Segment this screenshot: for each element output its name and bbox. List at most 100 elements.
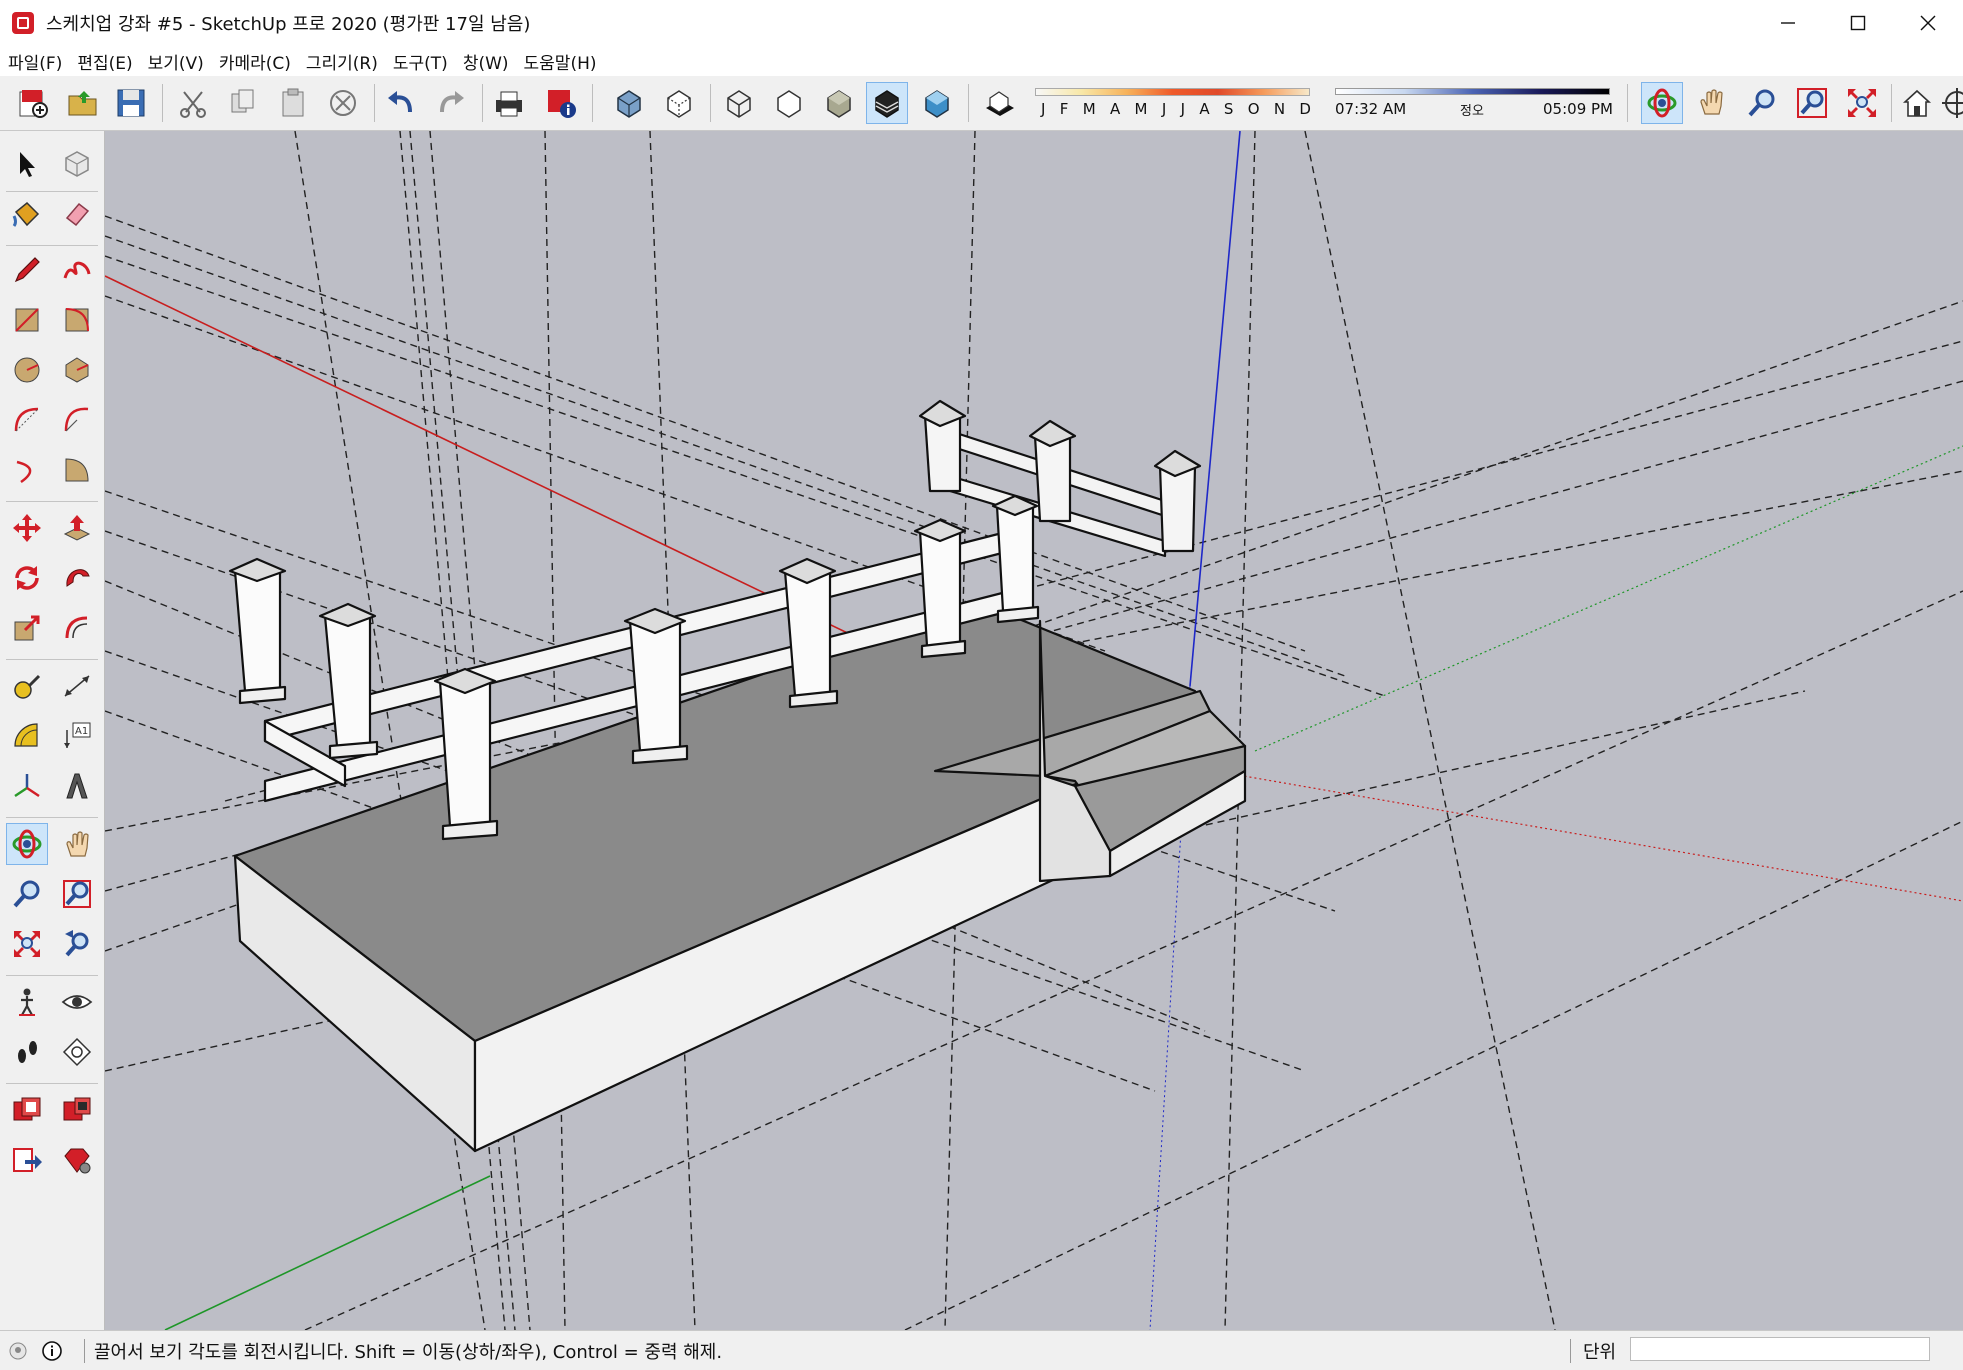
shadow-time-slider[interactable]: 07:32 AM 정오 05:09 PM: [1335, 80, 1615, 126]
zoom-tool[interactable]: [6, 873, 48, 915]
three-point-arc-tool[interactable]: [6, 449, 48, 491]
make-component-tool[interactable]: [56, 143, 98, 185]
menu-edit[interactable]: 편집(E): [69, 49, 139, 74]
save-button[interactable]: [110, 82, 152, 124]
zoom-window-tool[interactable]: [56, 873, 98, 915]
walk-tool[interactable]: [6, 1031, 48, 1073]
geo-location-icon[interactable]: [6, 1339, 30, 1363]
zoom-window-icon: [63, 880, 91, 908]
hidden-line-button[interactable]: [768, 82, 810, 124]
follow-me-tool[interactable]: [56, 557, 98, 599]
zoom-extents-tool[interactable]: [6, 923, 48, 965]
cut-button[interactable]: [172, 82, 214, 124]
paint-bucket-tool[interactable]: [6, 193, 48, 235]
shaded-textures-button[interactable]: [866, 82, 908, 124]
monochrome-button[interactable]: [916, 82, 958, 124]
monochrome-cube-icon: [925, 90, 949, 118]
offset-tool[interactable]: [56, 607, 98, 649]
model-viewport[interactable]: [105, 131, 1963, 1330]
rectangle-tool[interactable]: [6, 299, 48, 341]
zoom-button[interactable]: [1741, 82, 1783, 124]
send-to-layout-tool[interactable]: [6, 1139, 48, 1181]
extension-warehouse-tool[interactable]: [56, 1089, 98, 1131]
menu-file[interactable]: 파일(F): [0, 49, 69, 74]
save-icon: [117, 89, 145, 117]
3d-text-tool[interactable]: [56, 765, 98, 807]
info-circle-icon: [42, 1340, 62, 1361]
shaded-button[interactable]: [818, 82, 860, 124]
3d-warehouse-tool[interactable]: [6, 1089, 48, 1131]
undo-button[interactable]: [380, 82, 422, 124]
zoom-extents-icon: [14, 931, 40, 957]
month-label: M: [1134, 100, 1148, 118]
menu-help[interactable]: 도움말(H): [516, 49, 604, 74]
menu-draw[interactable]: 그리기(R): [298, 49, 385, 74]
shadow-month-slider[interactable]: J F M A M J J A S O N D: [1035, 80, 1315, 126]
pan-tool[interactable]: [56, 823, 98, 865]
position-camera-tool[interactable]: [6, 981, 48, 1023]
follow-me-icon: [66, 569, 90, 587]
redo-button[interactable]: [430, 82, 472, 124]
house-icon: [1902, 89, 1932, 117]
line-tool[interactable]: [6, 249, 48, 291]
arc-tool[interactable]: [6, 399, 48, 441]
polygon-tool[interactable]: [56, 349, 98, 391]
sketchup-app-icon[interactable]: [12, 12, 34, 34]
look-around-tool[interactable]: [56, 981, 98, 1023]
close-button[interactable]: [1893, 0, 1963, 46]
copy-button[interactable]: [222, 82, 264, 124]
dimension-tool[interactable]: [56, 665, 98, 707]
menu-window[interactable]: 창(W): [455, 49, 516, 74]
orbit-tool[interactable]: [6, 823, 48, 865]
new-model-button[interactable]: [12, 82, 54, 124]
eraser-tool[interactable]: [56, 193, 98, 235]
previous-view-tool[interactable]: [56, 923, 98, 965]
xray-style-button[interactable]: [608, 82, 650, 124]
rotated-rectangle-tool[interactable]: [56, 299, 98, 341]
instructor-icon[interactable]: [40, 1339, 64, 1363]
print-button[interactable]: [488, 82, 530, 124]
erase-selection-button[interactable]: [322, 82, 364, 124]
paint-bucket-icon: [12, 201, 40, 227]
pan-button[interactable]: [1691, 82, 1733, 124]
protractor-tool[interactable]: [6, 715, 48, 757]
model-canvas[interactable]: [105, 131, 1963, 1330]
arc-icon: [14, 407, 39, 432]
section-plane-tool[interactable]: [56, 1031, 98, 1073]
zoom-window-button[interactable]: [1791, 82, 1833, 124]
minimize-button[interactable]: [1753, 0, 1823, 46]
zoom-window-icon: [1797, 88, 1827, 118]
back-edges-button[interactable]: [658, 82, 700, 124]
warehouse-button[interactable]: [1896, 82, 1938, 124]
model-info-button[interactable]: [540, 82, 582, 124]
shadows-toggle-button[interactable]: [978, 82, 1020, 124]
menu-tools[interactable]: 도구(T): [385, 49, 455, 74]
rotate-tool[interactable]: [6, 557, 48, 599]
menu-camera[interactable]: 카메라(C): [211, 49, 298, 74]
tape-measure-tool[interactable]: [6, 665, 48, 707]
pie-tool[interactable]: [56, 449, 98, 491]
circle-tool[interactable]: [6, 349, 48, 391]
maximize-button[interactable]: [1823, 0, 1893, 46]
extension-manager-tool[interactable]: [56, 1139, 98, 1181]
push-pull-tool[interactable]: [56, 507, 98, 549]
scale-tool[interactable]: [6, 607, 48, 649]
freehand-tool[interactable]: [56, 249, 98, 291]
axes-tool[interactable]: [6, 765, 48, 807]
measurement-input[interactable]: [1630, 1337, 1930, 1361]
open-button[interactable]: [62, 82, 104, 124]
wireframe-button[interactable]: [718, 82, 760, 124]
select-tool[interactable]: [6, 143, 48, 185]
redo-icon: [440, 91, 464, 113]
position-camera-button[interactable]: [1940, 82, 1963, 124]
time-start-label: 07:32 AM: [1335, 100, 1407, 118]
move-tool[interactable]: [6, 507, 48, 549]
close-icon: [1920, 15, 1936, 31]
text-tool[interactable]: A1: [56, 715, 98, 757]
menu-view[interactable]: 보기(V): [140, 49, 211, 74]
paste-button[interactable]: [272, 82, 314, 124]
bridge-model[interactable]: [228, 399, 1247, 1153]
two-point-arc-tool[interactable]: [56, 399, 98, 441]
orbit-button[interactable]: [1641, 82, 1683, 124]
zoom-extents-button[interactable]: [1841, 82, 1883, 124]
